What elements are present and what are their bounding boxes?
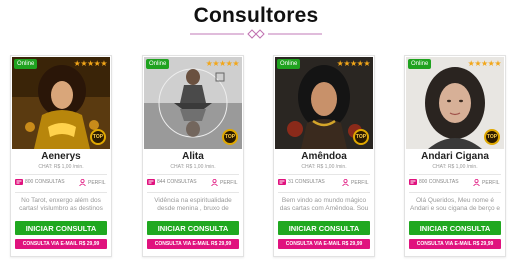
profile-link[interactable]: PERFIL — [473, 179, 500, 186]
consultant-card[interactable]: Online ★★★★★ TOP Aenerys CHAT: R$ 1,00 /… — [10, 55, 112, 257]
consultant-card[interactable]: Online ★★★★★ TOP Amêndoa CHAT: R$ 1,00 /… — [273, 55, 375, 257]
divider-line — [15, 192, 107, 193]
consultations-count: 31 CONSULTAS — [278, 179, 325, 185]
online-badge: Online — [146, 59, 170, 69]
divider-line — [409, 192, 501, 193]
divider-line — [147, 192, 239, 193]
consultant-name[interactable]: Andari Cigana — [405, 151, 505, 162]
profile-label[interactable]: PERFIL — [482, 180, 500, 186]
user-icon — [342, 179, 349, 186]
consultations-icon — [409, 179, 417, 185]
chat-price: CHAT: R$ 1,00 /min. — [432, 164, 478, 170]
consultations-label: 844 CONSULTAS — [157, 179, 197, 185]
consultations-icon — [15, 179, 23, 185]
user-icon — [211, 179, 218, 186]
email-consultation-button[interactable]: CONSULTA VIA E-MAIL R$ 29,99 — [409, 239, 501, 249]
start-consultation-button[interactable]: INICIAR CONSULTA — [147, 221, 239, 235]
profile-label[interactable]: PERFIL — [88, 180, 106, 186]
email-consultation-button[interactable]: CONSULTA VIA E-MAIL R$ 29,99 — [147, 239, 239, 249]
profile-link[interactable]: PERFIL — [211, 179, 238, 186]
consultant-description: Olá Queridos, Meu nome é Andari e sou ci… — [410, 197, 500, 212]
consultant-description: No Tarot, enxergo além dos cartas! vislu… — [19, 197, 103, 212]
consultant-description: Bem vindo ao mundo mágico das cartas com… — [279, 197, 369, 212]
rating-stars: ★★★★★ — [73, 59, 108, 68]
rating-stars: ★★★★★ — [336, 59, 371, 68]
top-badge-icon: TOP — [353, 129, 369, 145]
chat-price: CHAT: R$ 1,00 /min. — [38, 164, 84, 170]
stats-row: 31 CONSULTAS PERFIL — [278, 179, 370, 189]
stats-row: 844 CONSULTAS PERFIL — [147, 179, 239, 189]
divider-line — [409, 174, 501, 175]
title-divider — [190, 29, 322, 39]
start-consultation-button[interactable]: INICIAR CONSULTA — [278, 221, 370, 235]
rating-stars: ★★★★★ — [205, 59, 240, 68]
email-consultation-button[interactable]: CONSULTA VIA E-MAIL R$ 29,99 — [15, 239, 107, 249]
consultant-photo[interactable]: Online ★★★★★ TOP — [275, 57, 373, 149]
top-badge-icon: TOP — [222, 129, 238, 145]
divider-line — [278, 192, 370, 193]
top-badge-icon: TOP — [90, 129, 106, 145]
consultations-count: 844 CONSULTAS — [147, 179, 197, 185]
profile-link[interactable]: PERFIL — [342, 179, 369, 186]
consultations-icon — [278, 179, 286, 185]
consultations-count: 800 CONSULTAS — [15, 179, 65, 185]
consultations-label: 800 CONSULTAS — [419, 179, 459, 185]
profile-link[interactable]: PERFIL — [79, 179, 106, 186]
consultant-photo[interactable]: Online ★★★★★ TOP — [406, 57, 504, 149]
profile-label[interactable]: PERFIL — [220, 180, 238, 186]
divider-line — [278, 174, 370, 175]
consultations-count: 800 CONSULTAS — [409, 179, 459, 185]
consultations-label: 31 CONSULTAS — [288, 179, 325, 185]
consultant-photo[interactable]: Online ★★★★★ TOP — [144, 57, 242, 149]
stats-row: 800 CONSULTAS PERFIL — [15, 179, 107, 189]
start-consultation-button[interactable]: INICIAR CONSULTA — [15, 221, 107, 235]
user-icon — [79, 179, 86, 186]
consultant-name[interactable]: Aenerys — [11, 151, 111, 162]
consultant-card[interactable]: Online ★★★★★ TOP Alita CHAT: R$ 1,00 /mi… — [142, 55, 244, 257]
consultant-name[interactable]: Amêndoa — [274, 151, 374, 162]
consultations-label: 800 CONSULTAS — [25, 179, 65, 185]
consultant-card[interactable]: Online ★★★★★ TOP Andari Cigana CHAT: R$ … — [404, 55, 506, 257]
stats-row: 800 CONSULTAS PERFIL — [409, 179, 501, 189]
profile-label[interactable]: PERFIL — [351, 180, 369, 186]
email-consultation-button[interactable]: CONSULTA VIA E-MAIL R$ 29,99 — [278, 239, 370, 249]
divider-line — [147, 174, 239, 175]
consultations-icon — [147, 179, 155, 185]
consultant-photo[interactable]: Online ★★★★★ TOP — [12, 57, 110, 149]
consultant-name[interactable]: Alita — [143, 151, 243, 162]
online-badge: Online — [408, 59, 432, 69]
online-badge: Online — [14, 59, 38, 69]
online-badge: Online — [277, 59, 301, 69]
consultant-description: Vidência na espiritualidade desde menina… — [154, 197, 232, 212]
start-consultation-button[interactable]: INICIAR CONSULTA — [409, 221, 501, 235]
divider-line — [15, 174, 107, 175]
rating-stars: ★★★★★ — [467, 59, 502, 68]
user-icon — [473, 179, 480, 186]
top-badge-icon: TOP — [484, 129, 500, 145]
chat-price: CHAT: R$ 1,00 /min. — [301, 164, 347, 170]
page-title: Consultores — [193, 4, 319, 27]
chat-price: CHAT: R$ 1,00 /min. — [170, 164, 216, 170]
